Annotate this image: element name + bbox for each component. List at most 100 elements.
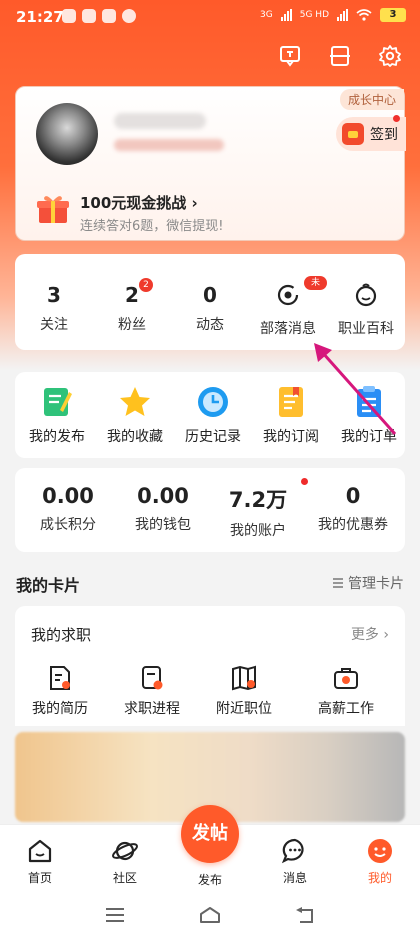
planet-icon [112, 841, 138, 861]
signin-red-dot [393, 115, 400, 122]
wallet-growth-points[interactable]: 0.00 成长积分 [23, 484, 113, 534]
nav-mine[interactable]: 我的 [350, 837, 410, 886]
job-label: 附近职位 [216, 701, 272, 717]
nav-community[interactable]: 社区 [95, 837, 155, 886]
my-cards-title: 我的卡片 [16, 576, 81, 595]
wallet-label: 成长积分 [40, 517, 96, 533]
wallet-account[interactable]: 7.2万 我的账户 [213, 484, 303, 540]
wallet-label: 我的账户 [230, 523, 286, 539]
job-nearby[interactable]: 附近职位 [199, 664, 289, 718]
wallet-coupons[interactable]: 0 我的优惠券 [308, 484, 398, 534]
shortcut-favorites[interactable]: 我的收藏 [96, 384, 174, 446]
shortcut-history[interactable]: 历史记录 [174, 384, 252, 446]
profile-card[interactable]: 成长中心 签到 100元现金挑战 › 连续答对6题，微信提现! [15, 86, 406, 241]
stat-value: 3 [47, 283, 61, 307]
job-search-card: 我的求职 更多 › 我的简历 求职进程 附近职位 高薪工作 [15, 606, 405, 726]
nav-label: 消息 [282, 871, 307, 885]
avatar[interactable] [36, 103, 98, 165]
wifi-icon [356, 9, 372, 21]
stats-card: 3 关注 2 2 粉丝 0 动态 未读 部落消息 职业百科 [15, 254, 405, 350]
status-bar: 21:27 3G 5G HD 3 [0, 0, 420, 34]
stat-label: 粉丝 [118, 317, 146, 333]
stat-career-wiki[interactable]: 职业百科 [327, 254, 405, 338]
wallet-label: 我的钱包 [135, 517, 191, 533]
face-icon [355, 283, 377, 307]
job-high-salary[interactable]: 高薪工作 [301, 664, 391, 718]
cash-challenge-title[interactable]: 100元现金挑战 › [80, 192, 198, 213]
shortcut-label: 我的发布 [29, 429, 85, 445]
settings-gear-icon[interactable] [378, 44, 402, 68]
shortcut-label: 历史记录 [185, 429, 241, 445]
chat-bubble-icon [281, 838, 304, 864]
shortcut-label: 我的订单 [341, 429, 397, 445]
signal-icon [337, 9, 348, 21]
profile-face-icon [368, 839, 392, 863]
stat-fans[interactable]: 2 2 粉丝 [93, 254, 171, 334]
user-subtitle-blurred [114, 139, 224, 151]
wallet-card: 0.00 成长积分 0.00 我的钱包 7.2万 我的账户 0 我的优惠券 [15, 468, 405, 552]
stat-label: 动态 [196, 317, 224, 333]
manage-cards-button[interactable]: 管理卡片 [332, 573, 404, 593]
progress-icon [142, 666, 163, 690]
job-my-resume[interactable]: 我的简历 [15, 664, 105, 718]
post-fab-button[interactable]: 发帖 [181, 805, 239, 863]
star-icon [120, 387, 150, 416]
app-notification-icon [122, 9, 136, 23]
top-actions [278, 44, 402, 68]
nav-label: 我的 [367, 871, 392, 885]
signin-envelope-icon [342, 123, 364, 145]
signin-label: 签到 [370, 127, 398, 143]
stat-tribe-messages[interactable]: 未读 部落消息 [249, 254, 327, 338]
network-label: 3G [260, 10, 273, 20]
signin-button[interactable]: 签到 [336, 115, 406, 151]
fans-badge: 2 [139, 278, 153, 292]
scan-icon[interactable] [328, 44, 352, 68]
system-nav-bar [0, 890, 420, 940]
nav-label: 社区 [112, 871, 137, 885]
bottom-nav: 首页 社区 发帖 发布 消息 我的 [0, 805, 420, 890]
app-notification-icon [82, 9, 96, 23]
wallet-label: 我的优惠券 [318, 517, 388, 533]
job-progress[interactable]: 求职进程 [107, 664, 197, 718]
back-icon[interactable] [294, 906, 316, 924]
order-icon [357, 386, 381, 417]
customer-service-icon[interactable] [278, 44, 302, 68]
briefcase-icon [334, 668, 358, 689]
app-notification-icon [102, 9, 116, 23]
subscribe-icon [279, 387, 303, 417]
stat-following[interactable]: 3 关注 [15, 254, 93, 334]
stat-value: 0 [203, 283, 217, 307]
app-notification-icon [62, 9, 76, 23]
list-icon [333, 578, 343, 588]
shortcut-subscriptions[interactable]: 我的订阅 [252, 384, 330, 446]
shortcuts-card: 我的发布 我的收藏 历史记录 我的订阅 我的订单 [15, 372, 405, 458]
growth-center-tag[interactable]: 成长中心 [339, 89, 404, 110]
nav-messages[interactable]: 消息 [265, 837, 325, 886]
shortcut-label: 我的收藏 [107, 429, 163, 445]
job-label: 我的简历 [32, 701, 88, 717]
stat-posts[interactable]: 0 动态 [171, 254, 249, 334]
publish-icon [44, 388, 72, 416]
account-red-dot [301, 478, 308, 485]
shortcut-orders[interactable]: 我的订单 [330, 384, 408, 446]
menu-icon[interactable] [104, 906, 126, 924]
nav-home[interactable]: 首页 [10, 837, 70, 886]
ring-icon [277, 284, 299, 306]
battery-indicator: 3 [380, 8, 406, 22]
wallet-balance[interactable]: 0.00 我的钱包 [118, 484, 208, 534]
stat-label: 关注 [40, 317, 68, 333]
wallet-value: 0.00 [137, 484, 189, 508]
job-card-title: 我的求职 [31, 626, 92, 644]
wallet-value: 0.00 [42, 484, 94, 508]
job-label: 求职进程 [124, 701, 180, 717]
shortcut-my-posts[interactable]: 我的发布 [18, 384, 96, 446]
home-icon [28, 839, 52, 863]
nav-label: 发布 [197, 873, 222, 887]
home-button-icon[interactable] [199, 906, 221, 924]
nav-label: 首页 [27, 871, 52, 885]
manage-cards-label: 管理卡片 [348, 576, 404, 592]
resume-icon [50, 666, 70, 690]
cash-challenge-subtitle: 连续答对6题，微信提现! [80, 219, 224, 234]
shortcut-label: 我的订阅 [263, 429, 319, 445]
job-more-link[interactable]: 更多 › [351, 624, 389, 644]
